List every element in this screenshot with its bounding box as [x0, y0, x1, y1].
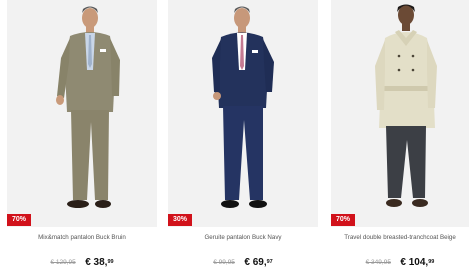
product-image[interactable] [168, 0, 318, 227]
old-price: € 349,95 [365, 258, 391, 266]
discount-badge: 70% [331, 214, 356, 226]
current-price: € 104, [400, 256, 429, 268]
product-grid: 70% Mix&match pantalon Buck Bruin € 129,… [0, 0, 475, 272]
product-card[interactable]: 70% Travel double breasted-tranchcoat Be… [331, 0, 469, 272]
price-row: € 129,95 € 38,99 [7, 256, 157, 269]
product-name[interactable]: Mix&match pantalon Buck Bruin [7, 234, 157, 241]
product-name[interactable]: Travel double breasted-tranchcoat Beige [331, 234, 469, 241]
discount-badge: 30% [168, 214, 193, 226]
product-name[interactable]: Geruite pantalon Buck Navy [168, 234, 318, 241]
current-price-cents: 99 [428, 259, 435, 265]
old-price: € 99,95 [213, 258, 235, 266]
old-price: € 129,95 [50, 258, 76, 266]
product-card[interactable]: 30% Geruite pantalon Buck Navy € 99,95 €… [168, 0, 318, 272]
current-price: € 38, [85, 256, 108, 268]
price-row: € 349,95 € 104,99 [331, 256, 469, 269]
current-price-cents: 97 [266, 259, 273, 265]
product-image[interactable] [331, 0, 469, 227]
product-card[interactable]: 70% Mix&match pantalon Buck Bruin € 129,… [7, 0, 157, 272]
discount-badge: 70% [7, 214, 32, 226]
current-price: € 69, [244, 256, 267, 268]
product-image[interactable] [7, 0, 157, 227]
current-price-cents: 99 [107, 259, 114, 265]
price-row: € 99,95 € 69,97 [168, 256, 318, 269]
